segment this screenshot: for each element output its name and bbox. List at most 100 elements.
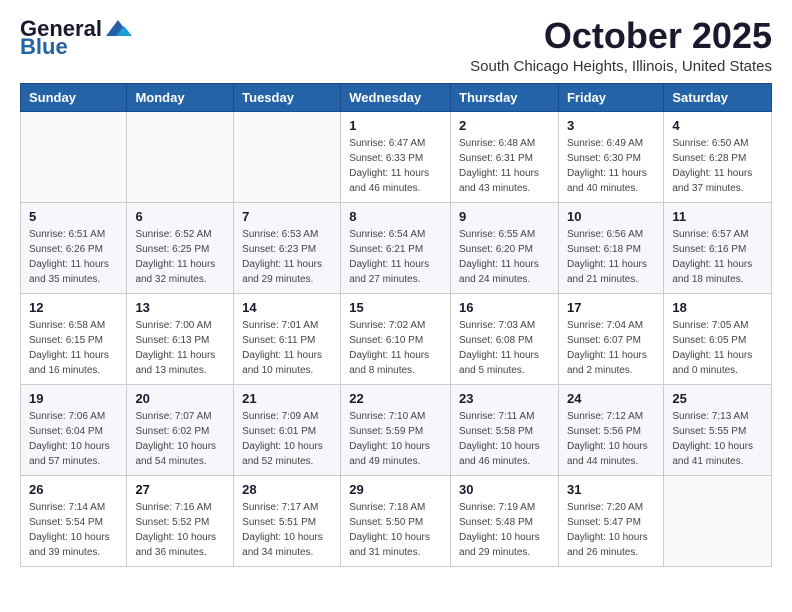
calendar-week-row: 5Sunrise: 6:51 AM Sunset: 6:26 PM Daylig… xyxy=(21,202,772,293)
day-number: 24 xyxy=(567,391,655,406)
day-info: Sunrise: 6:55 AM Sunset: 6:20 PM Dayligh… xyxy=(459,227,550,287)
day-info: Sunrise: 6:52 AM Sunset: 6:25 PM Dayligh… xyxy=(135,227,225,287)
day-number: 12 xyxy=(29,300,118,315)
day-info: Sunrise: 7:04 AM Sunset: 6:07 PM Dayligh… xyxy=(567,318,655,378)
calendar-table: SundayMondayTuesdayWednesdayThursdayFrid… xyxy=(20,83,772,567)
day-number: 27 xyxy=(135,482,225,497)
day-info: Sunrise: 6:56 AM Sunset: 6:18 PM Dayligh… xyxy=(567,227,655,287)
calendar-week-row: 19 Sunrise: 7:06 AM Sunset: 6:04 PM Dayli… xyxy=(21,384,772,475)
header-day-tuesday: Tuesday xyxy=(234,83,341,111)
day-number: 7 xyxy=(242,209,332,224)
day-info: Sunrise: 7:11 AM Sunset: 5:58 PM Dayligh… xyxy=(459,409,550,469)
calendar-cell: 13 Sunrise: 7:00 AM Sunset: 6:13 PM Dayli… xyxy=(127,293,234,384)
day-info: Sunrise: 7:18 AM Sunset: 5:50 PM Dayligh… xyxy=(349,500,442,560)
day-info: Sunrise: 7:01 AM Sunset: 6:11 PM Dayligh… xyxy=(242,318,332,378)
calendar-week-row: 12 Sunrise: 6:58 AM Sunset: 6:15 PM Dayli… xyxy=(21,293,772,384)
day-number: 5 xyxy=(29,209,118,224)
day-number: 11 xyxy=(672,209,763,224)
day-info: Sunrise: 7:10 AM Sunset: 5:59 PM Dayligh… xyxy=(349,409,442,469)
day-number: 25 xyxy=(672,391,763,406)
calendar-cell: 31 Sunrise: 7:20 AM Sunset: 5:47 PM Dayli… xyxy=(558,475,663,566)
calendar-cell: 14 Sunrise: 7:01 AM Sunset: 6:11 PM Dayli… xyxy=(234,293,341,384)
calendar-cell: 7 Sunrise: 6:53 AM Sunset: 6:23 PM Daylig… xyxy=(234,202,341,293)
calendar-week-row: 26 Sunrise: 7:14 AM Sunset: 5:54 PM Dayli… xyxy=(21,475,772,566)
day-number: 22 xyxy=(349,391,442,406)
day-info: Sunrise: 7:14 AM Sunset: 5:54 PM Dayligh… xyxy=(29,500,118,560)
calendar-cell: 3Sunrise: 6:49 AM Sunset: 6:30 PM Daylig… xyxy=(558,111,663,202)
day-info: Sunrise: 7:06 AM Sunset: 6:04 PM Dayligh… xyxy=(29,409,118,469)
calendar-cell: 17 Sunrise: 7:04 AM Sunset: 6:07 PM Dayli… xyxy=(558,293,663,384)
calendar-cell xyxy=(234,111,341,202)
day-number: 20 xyxy=(135,391,225,406)
day-number: 26 xyxy=(29,482,118,497)
calendar-cell: 6 Sunrise: 6:52 AM Sunset: 6:25 PM Daylig… xyxy=(127,202,234,293)
day-number: 6 xyxy=(135,209,225,224)
header-day-friday: Friday xyxy=(558,83,663,111)
day-info: Sunrise: 6:53 AM Sunset: 6:23 PM Dayligh… xyxy=(242,227,332,287)
calendar-cell: 18Sunrise: 7:05 AM Sunset: 6:05 PM Dayli… xyxy=(664,293,772,384)
calendar-cell: 28Sunrise: 7:17 AM Sunset: 5:51 PM Dayli… xyxy=(234,475,341,566)
header-day-saturday: Saturday xyxy=(664,83,772,111)
day-number: 30 xyxy=(459,482,550,497)
day-info: Sunrise: 7:05 AM Sunset: 6:05 PM Dayligh… xyxy=(672,318,763,378)
day-number: 21 xyxy=(242,391,332,406)
calendar-cell: 21 Sunrise: 7:09 AM Sunset: 6:01 PM Dayli… xyxy=(234,384,341,475)
logo: General Blue xyxy=(20,16,134,60)
calendar-cell: 5Sunrise: 6:51 AM Sunset: 6:26 PM Daylig… xyxy=(21,202,127,293)
header-day-wednesday: Wednesday xyxy=(341,83,451,111)
day-number: 17 xyxy=(567,300,655,315)
calendar-cell: 15 Sunrise: 7:02 AM Sunset: 6:10 PM Dayli… xyxy=(341,293,451,384)
calendar-cell: 11 Sunrise: 6:57 AM Sunset: 6:16 PM Dayli… xyxy=(664,202,772,293)
day-number: 29 xyxy=(349,482,442,497)
calendar-cell xyxy=(21,111,127,202)
day-number: 15 xyxy=(349,300,442,315)
logo-blue-text: Blue xyxy=(20,34,68,60)
location-title: South Chicago Heights, Illinois, United … xyxy=(470,58,772,75)
header-day-sunday: Sunday xyxy=(21,83,127,111)
calendar-cell: 12 Sunrise: 6:58 AM Sunset: 6:15 PM Dayli… xyxy=(21,293,127,384)
calendar-cell: 10 Sunrise: 6:56 AM Sunset: 6:18 PM Dayli… xyxy=(558,202,663,293)
calendar-cell: 4 Sunrise: 6:50 AM Sunset: 6:28 PM Daylig… xyxy=(664,111,772,202)
day-number: 4 xyxy=(672,118,763,133)
day-info: Sunrise: 7:19 AM Sunset: 5:48 PM Dayligh… xyxy=(459,500,550,560)
day-number: 1 xyxy=(349,118,442,133)
day-number: 14 xyxy=(242,300,332,315)
calendar-cell: 1 Sunrise: 6:47 AM Sunset: 6:33 PM Daylig… xyxy=(341,111,451,202)
calendar-cell: 22 Sunrise: 7:10 AM Sunset: 5:59 PM Dayli… xyxy=(341,384,451,475)
day-number: 13 xyxy=(135,300,225,315)
day-info: Sunrise: 7:16 AM Sunset: 5:52 PM Dayligh… xyxy=(135,500,225,560)
day-info: Sunrise: 6:50 AM Sunset: 6:28 PM Dayligh… xyxy=(672,136,763,196)
day-number: 23 xyxy=(459,391,550,406)
header: General Blue October 2025 South Chicago … xyxy=(20,16,772,75)
calendar-cell xyxy=(127,111,234,202)
day-info: Sunrise: 7:13 AM Sunset: 5:55 PM Dayligh… xyxy=(672,409,763,469)
calendar-cell: 23 Sunrise: 7:11 AM Sunset: 5:58 PM Dayli… xyxy=(451,384,559,475)
calendar-cell: 25 Sunrise: 7:13 AM Sunset: 5:55 PM Dayli… xyxy=(664,384,772,475)
day-number: 8 xyxy=(349,209,442,224)
calendar-cell: 2Sunrise: 6:48 AM Sunset: 6:31 PM Daylig… xyxy=(451,111,559,202)
calendar-cell xyxy=(664,475,772,566)
day-info: Sunrise: 7:09 AM Sunset: 6:01 PM Dayligh… xyxy=(242,409,332,469)
day-info: Sunrise: 7:02 AM Sunset: 6:10 PM Dayligh… xyxy=(349,318,442,378)
day-info: Sunrise: 7:20 AM Sunset: 5:47 PM Dayligh… xyxy=(567,500,655,560)
day-info: Sunrise: 6:47 AM Sunset: 6:33 PM Dayligh… xyxy=(349,136,442,196)
day-number: 9 xyxy=(459,209,550,224)
day-info: Sunrise: 7:00 AM Sunset: 6:13 PM Dayligh… xyxy=(135,318,225,378)
header-day-thursday: Thursday xyxy=(451,83,559,111)
calendar-cell: 8Sunrise: 6:54 AM Sunset: 6:21 PM Daylig… xyxy=(341,202,451,293)
day-info: Sunrise: 6:58 AM Sunset: 6:15 PM Dayligh… xyxy=(29,318,118,378)
month-title: October 2025 xyxy=(470,16,772,56)
day-number: 31 xyxy=(567,482,655,497)
day-info: Sunrise: 6:57 AM Sunset: 6:16 PM Dayligh… xyxy=(672,227,763,287)
day-number: 19 xyxy=(29,391,118,406)
day-info: Sunrise: 7:03 AM Sunset: 6:08 PM Dayligh… xyxy=(459,318,550,378)
header-day-monday: Monday xyxy=(127,83,234,111)
calendar-cell: 9 Sunrise: 6:55 AM Sunset: 6:20 PM Daylig… xyxy=(451,202,559,293)
day-info: Sunrise: 7:07 AM Sunset: 6:02 PM Dayligh… xyxy=(135,409,225,469)
day-number: 16 xyxy=(459,300,550,315)
day-number: 3 xyxy=(567,118,655,133)
calendar-cell: 16 Sunrise: 7:03 AM Sunset: 6:08 PM Dayli… xyxy=(451,293,559,384)
day-number: 10 xyxy=(567,209,655,224)
calendar-header-row: SundayMondayTuesdayWednesdayThursdayFrid… xyxy=(21,83,772,111)
calendar-week-row: 1 Sunrise: 6:47 AM Sunset: 6:33 PM Daylig… xyxy=(21,111,772,202)
